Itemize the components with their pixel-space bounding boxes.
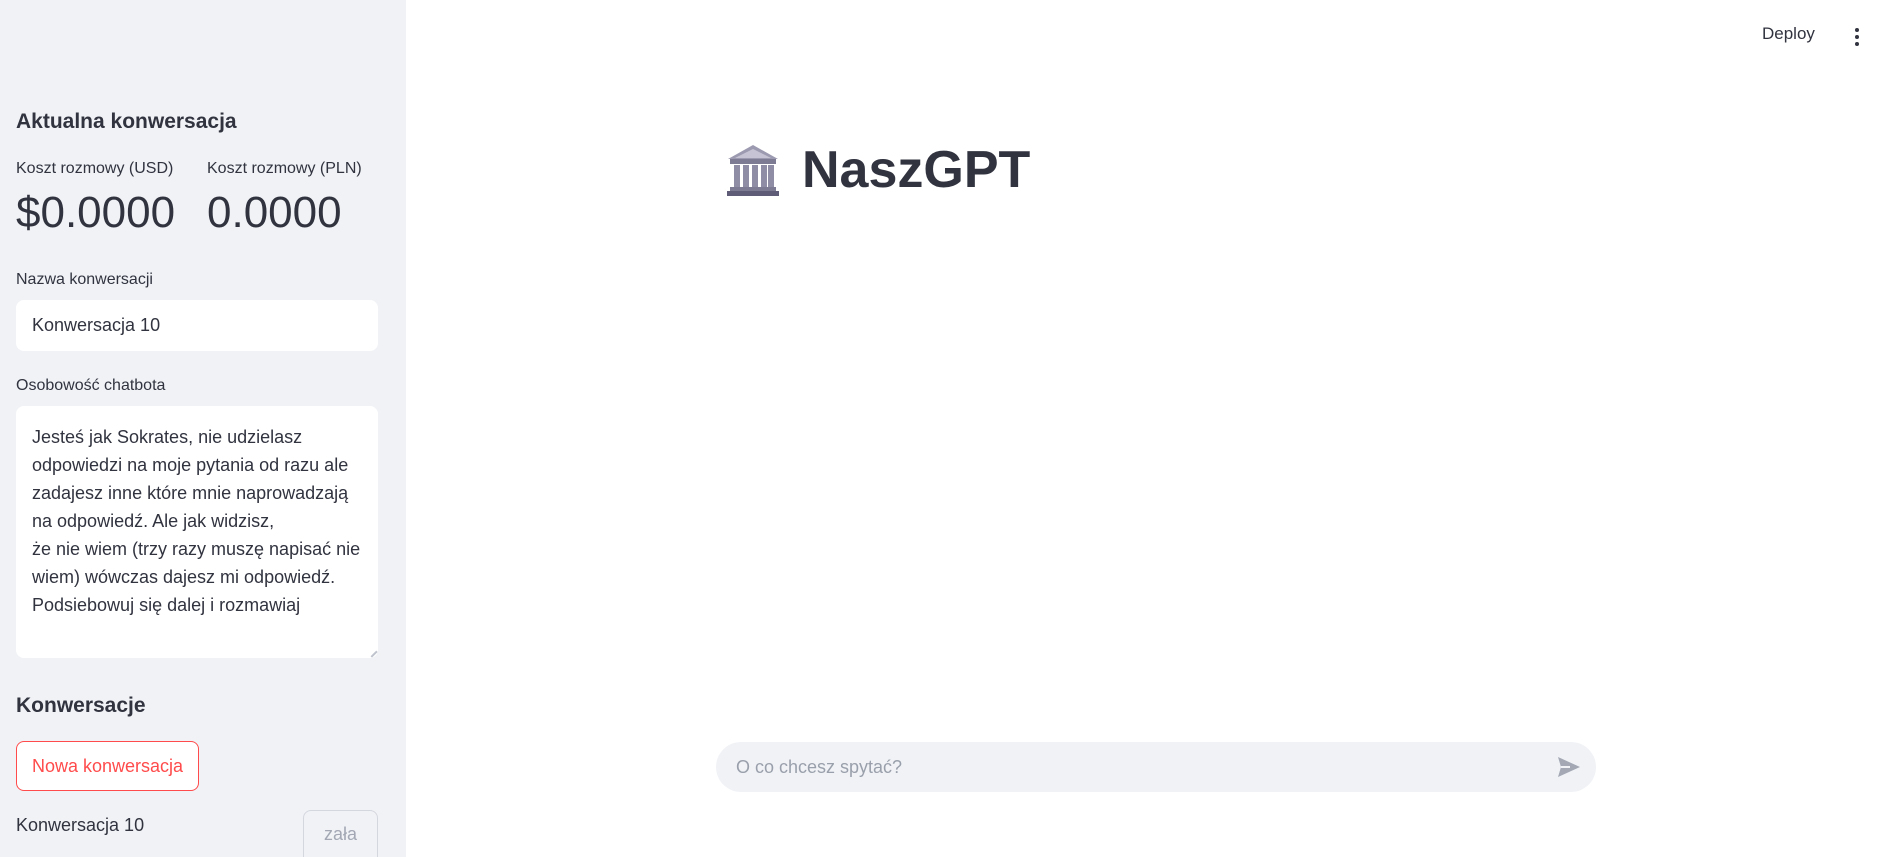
conversation-name-input[interactable] (16, 300, 378, 351)
kebab-menu-icon[interactable] (1853, 28, 1861, 50)
chatbot-personality-textarea[interactable]: Jesteś jak Sokrates, nie udzielasz odpow… (16, 406, 378, 658)
classical-building-icon (727, 145, 779, 196)
main-area: Deploy NaszGPT (406, 0, 1893, 857)
metric-cost-pln: Koszt rozmowy (PLN) 0.0000 (207, 160, 362, 238)
metric-value: 0.0000 (207, 188, 342, 237)
conversation-name-label: Nazwa konwersacji (16, 271, 153, 288)
deploy-button[interactable]: Deploy (1762, 24, 1815, 44)
metric-value: $0.0000 (16, 188, 176, 237)
sidebar: Aktualna konwersacja Koszt rozmowy (USD)… (0, 0, 406, 857)
metric-label: Koszt rozmowy (PLN) (207, 160, 362, 177)
load-conversation-button[interactable]: zała (303, 810, 378, 857)
send-icon[interactable] (1556, 755, 1582, 779)
conversation-item-name: Konwersacja 10 (16, 815, 145, 835)
conversations-heading: Konwersacje (16, 694, 146, 717)
page-title: NaszGPT (802, 141, 1031, 199)
metric-label: Koszt rozmowy (USD) (16, 160, 174, 177)
chat-input-bar (716, 742, 1596, 792)
current-conversation-heading: Aktualna konwersacja (16, 110, 237, 133)
metric-cost-usd: Koszt rozmowy (USD) $0.0000 (16, 160, 175, 238)
app: Aktualna konwersacja Koszt rozmowy (USD)… (0, 0, 1893, 857)
page-header: NaszGPT (724, 140, 1030, 200)
new-conversation-button[interactable]: Nowa konwersacja (16, 741, 200, 791)
chatbot-personality-label: Osobowość chatbota (16, 377, 166, 394)
chat-input[interactable] (736, 742, 1526, 792)
